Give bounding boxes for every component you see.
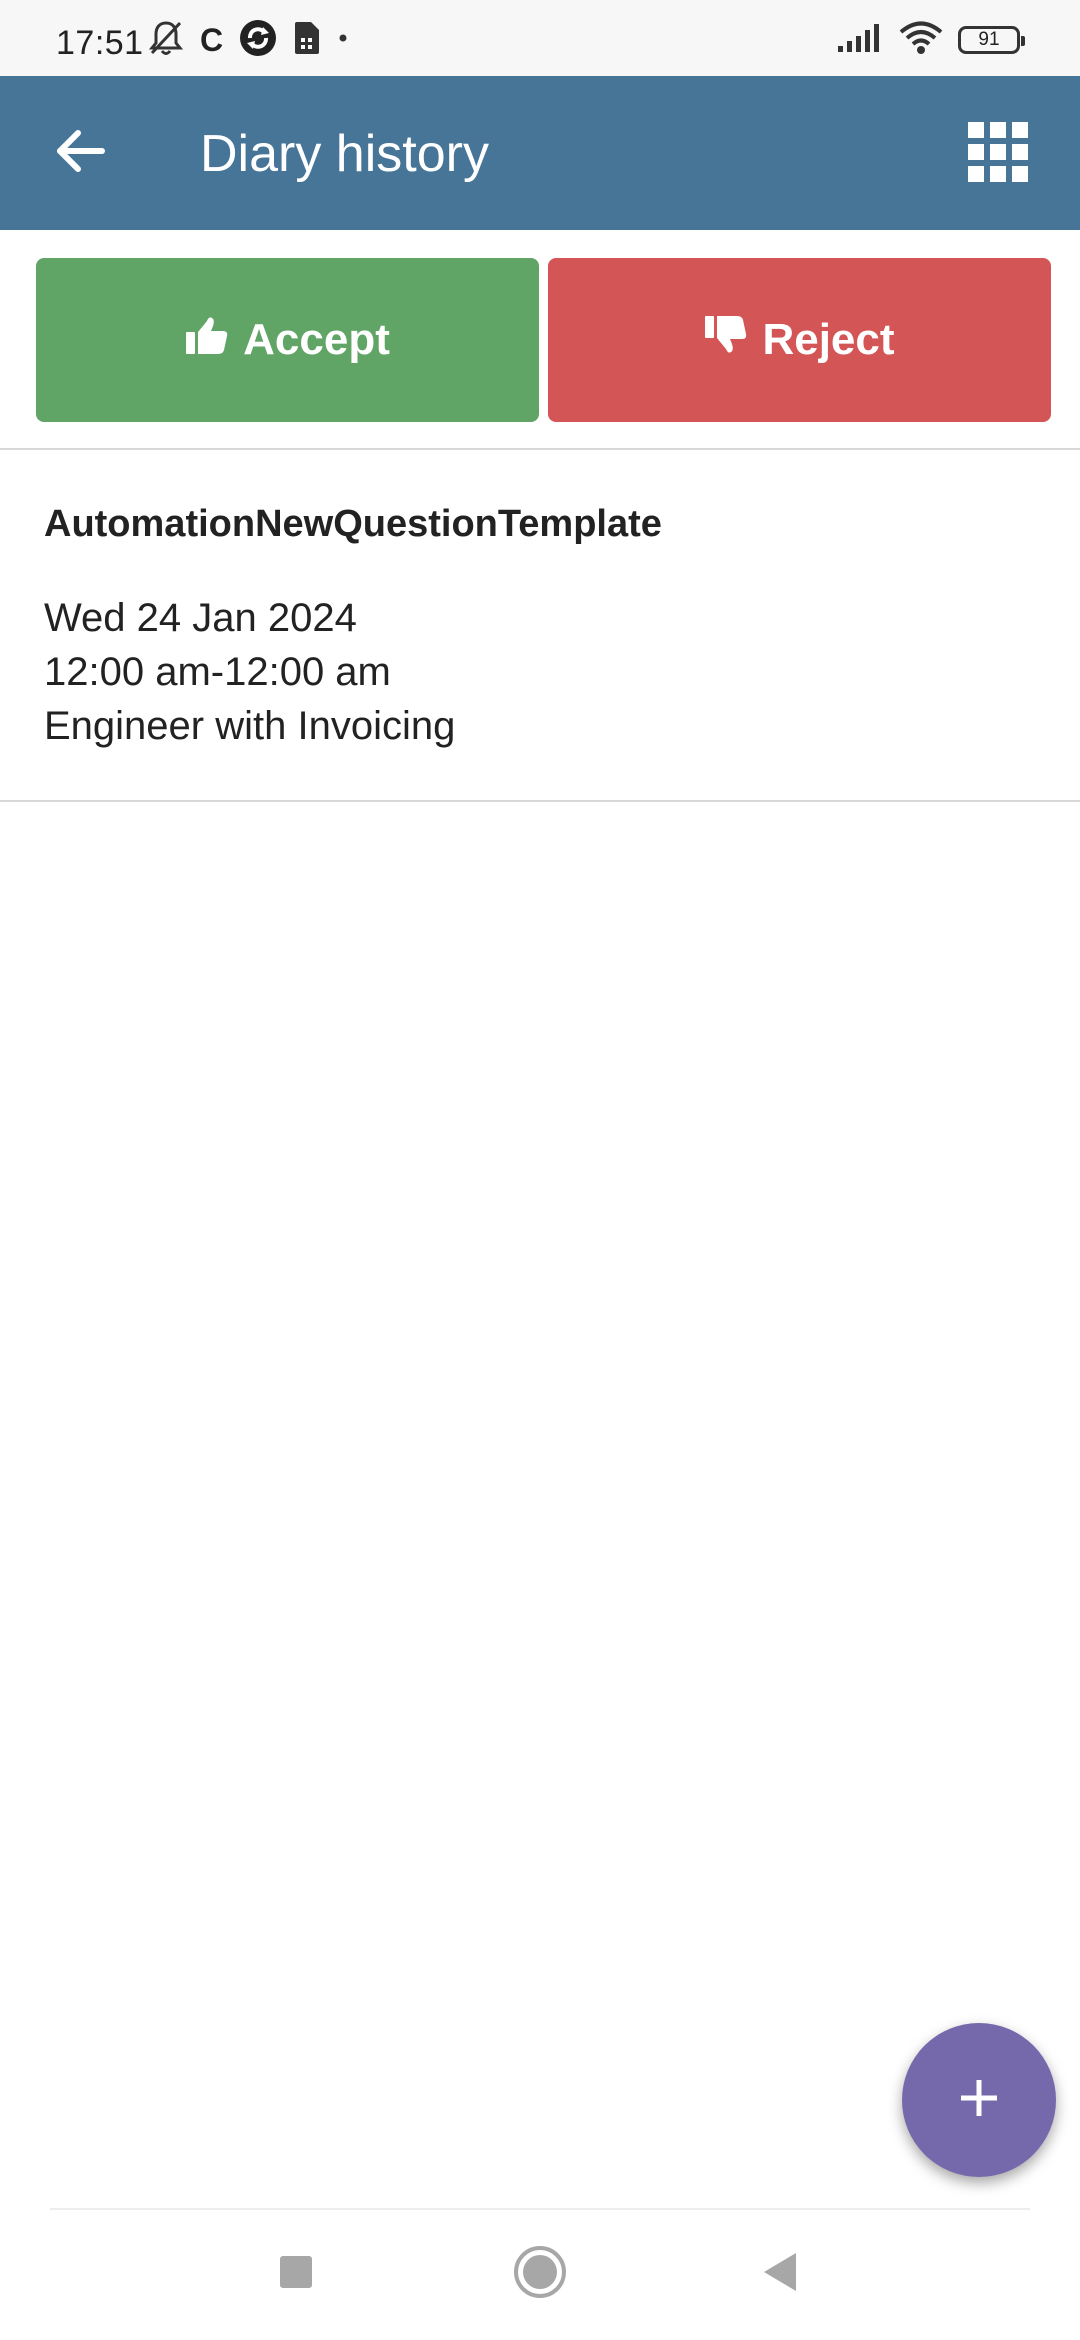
app-bar: Diary history	[0, 76, 1080, 230]
square-icon	[278, 2254, 314, 2295]
grid-icon	[967, 121, 1029, 188]
status-time: 17:51	[56, 24, 144, 62]
apps-menu-button[interactable]	[960, 116, 1036, 192]
nav-divider	[50, 2208, 1030, 2210]
list-item[interactable]: AutomationNewQuestionTemplate Wed 24 Jan…	[0, 450, 1080, 800]
signal-icon	[836, 22, 884, 59]
thumbs-up-icon	[185, 315, 229, 366]
reject-button[interactable]: Reject	[548, 258, 1051, 422]
battery-icon: 91	[958, 26, 1025, 54]
arrow-left-icon	[54, 129, 106, 178]
accept-label: Accept	[243, 315, 390, 364]
screen: 17:51 C 91 Diary history Accept Reject A…	[0, 0, 1080, 2340]
triangle-back-icon	[760, 2251, 800, 2298]
thumbs-down-icon	[704, 315, 748, 366]
status-bar: 17:51 C 91	[0, 0, 1080, 76]
home-button[interactable]	[485, 2240, 595, 2308]
carrier-letter: C	[200, 22, 224, 58]
add-button[interactable]	[902, 2023, 1056, 2177]
accept-button[interactable]: Accept	[36, 258, 539, 422]
notification-dot-icon	[337, 31, 349, 49]
entry-role: Engineer with Invoicing	[44, 704, 456, 748]
divider-bottom	[0, 800, 1080, 802]
page-title: Diary history	[200, 125, 489, 183]
status-right-icons: 91	[836, 20, 1025, 60]
back-button[interactable]	[44, 117, 116, 189]
sim-card-icon	[293, 20, 321, 61]
plus-icon	[957, 2076, 1001, 2125]
reject-label: Reject	[762, 315, 895, 364]
entry-date: Wed 24 Jan 2024	[44, 596, 357, 640]
nav-back-button[interactable]	[725, 2240, 835, 2308]
recent-apps-button[interactable]	[241, 2240, 351, 2308]
circle-icon	[512, 2244, 568, 2305]
wifi-icon	[898, 21, 944, 60]
status-left-icons: C	[148, 19, 349, 62]
entry-time-range: 12:00 am-12:00 am	[44, 650, 391, 694]
battery-level: 91	[978, 29, 1000, 50]
entry-title: AutomationNewQuestionTemplate	[44, 503, 662, 545]
bell-off-icon	[148, 19, 184, 62]
sync-app-icon	[239, 19, 277, 62]
